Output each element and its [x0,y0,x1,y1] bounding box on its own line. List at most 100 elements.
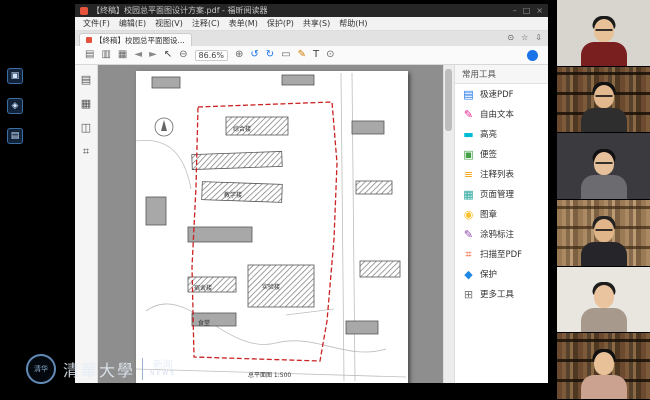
desktop-icon[interactable]: ▤ [7,128,23,144]
toolbar-icon[interactable]: ◄ [134,50,142,60]
tool-icon: ≡ [462,169,475,180]
toolbar-icon[interactable]: ► [149,50,157,60]
nav-panel-icon[interactable]: ▤ [81,73,91,86]
window-control-button[interactable]: × [536,6,543,15]
tool-item[interactable]: ⌗ 扫描至PDF [455,244,548,264]
tool-label: 便签 [480,148,497,160]
svg-text:宿舍楼: 宿舍楼 [194,284,212,292]
participant-video[interactable] [557,133,650,200]
participant-person [574,280,634,332]
toolbar-icon[interactable]: ▭ [281,50,290,60]
participant-video[interactable] [557,67,650,134]
pdf-file-icon [86,37,92,43]
menu-item[interactable]: 注释(C) [192,18,220,29]
tool-item[interactable]: ▤极速PDF [455,84,548,104]
account-icon[interactable] [527,50,538,61]
menu-item[interactable]: 文件(F) [83,18,110,29]
svg-text:教学楼: 教学楼 [224,191,242,199]
tool-item[interactable]: ⊞更多工具 [455,284,548,304]
menu-item[interactable]: 视图(V) [155,18,183,29]
tab-bar-icon[interactable]: ⊙ [507,33,514,42]
participant-person [574,147,634,199]
menu-item[interactable]: 编辑(E) [119,18,146,29]
desktop-icon[interactable]: ◈ [7,98,23,114]
nav-panel-icon[interactable]: ▦ [81,97,91,110]
document-canvas[interactable]: 综合楼教学楼实验楼宿舍楼食堂总平面图 1:500 [98,65,443,383]
participant-video[interactable] [557,200,650,267]
tool-item[interactable]: ▣ 便签 [455,144,548,164]
pdf-window: 【终稿】校园总平面图设计方案.pdf - 福昕阅读器 –□× 文件(F)编辑(E… [75,4,548,383]
toolbar: ▤ ▥ ▦ ◄ ► ↖ ⊖ 86.6% ⊕ ↺ ↻ ▭ ✎ T ⊙ [75,46,548,65]
tool-item[interactable]: ✎ 涂鸦标注 [455,224,548,244]
news-logo: 新闻 NEWS [150,360,176,378]
tab-label: 【终稿】校园总平面图设... [95,35,185,46]
tool-item[interactable]: ◉图章 [455,204,548,224]
tools-panel-header: 常用工具 [455,65,548,84]
participant-video[interactable] [557,333,650,400]
svg-text:综合楼: 综合楼 [233,125,251,133]
navigation-side-strip: ▤ ▦ ◫ ⌗ [75,65,98,383]
svg-text:总平面图 1:500: 总平面图 1:500 [248,371,291,379]
participants-column [557,0,650,400]
person-face [594,352,614,375]
menu-item[interactable]: 保护(P) [267,18,294,29]
tab-bar-icon[interactable]: ☆ [521,33,528,42]
participant-video[interactable] [557,267,650,334]
pdf-page-site-plan: 综合楼教学楼实验楼宿舍楼食堂总平面图 1:500 [136,71,408,383]
toolbar-icon[interactable]: ▦ [118,50,127,60]
toolbar-icon[interactable]: ▥ [101,50,110,60]
tool-item[interactable]: ▬高亮 [455,124,548,144]
toolbar-icon[interactable]: ↺ [250,50,258,60]
person-torso [581,308,627,332]
svg-text:实验楼: 实验楼 [262,283,280,291]
toolbar-icon[interactable]: ⊕ [235,50,243,60]
participant-person [574,347,634,399]
toolbar-icon[interactable]: ↻ [266,50,274,60]
toolbar-icon[interactable]: ⊖ [179,50,187,60]
toolbar-icon[interactable]: ▤ [85,50,94,60]
desktop-icon[interactable]: ▣ [7,68,23,84]
watermark-divider [142,358,143,380]
toolbar-icon[interactable]: ⊙ [326,50,334,60]
participant-video[interactable] [557,0,650,67]
tool-icon: ◆ [462,269,475,280]
news-label-en: NEWS [150,371,176,378]
document-tab[interactable]: 【终稿】校园总平面图设... [79,33,192,46]
scrollbar-thumb[interactable] [445,69,452,131]
zoom-level[interactable]: 86.6% [195,50,228,61]
nav-panel-icon[interactable]: ◫ [81,121,91,134]
tool-icon: ✎ [462,229,475,240]
tool-icon: ▬ [462,129,475,140]
tool-item[interactable]: ✎自由文本 [455,104,548,124]
tool-item[interactable]: ▦页面管理 [455,184,548,204]
menu-item[interactable]: 共享(S) [303,18,330,29]
person-face [594,285,614,308]
window-control-button[interactable]: □ [523,6,531,15]
tool-icon: ▣ [462,149,475,160]
glasses-icon [595,229,612,234]
tool-item[interactable]: ≡注释列表 [455,164,548,184]
tool-label: 保护 [480,268,497,280]
pdf-app-icon [80,7,88,15]
menu-item[interactable]: 表单(M) [229,18,258,29]
toolbar-icon[interactable]: ↖ [164,50,172,60]
tool-label: 涂鸦标注 [480,228,514,240]
participant-person [574,14,634,66]
participant-person [574,80,634,132]
tool-item[interactable]: ◆ 保护 [455,264,548,284]
tool-label: 扫描至PDF [480,248,522,260]
toolbar-icon[interactable]: ✎ [298,50,306,60]
window-control-button[interactable]: – [513,6,517,15]
toolbar-icon[interactable]: T [313,50,319,60]
titlebar: 【终稿】校园总平面图设计方案.pdf - 福昕阅读器 –□× [75,4,548,17]
tool-label: 页面管理 [480,188,514,200]
nav-panel-icon[interactable]: ⌗ [83,145,89,159]
tab-bar-icon[interactable]: ⇩ [535,33,542,42]
participant-person [574,214,634,266]
window-controls[interactable]: –□ × [513,6,543,15]
menu-item[interactable]: 帮助(H) [339,18,367,29]
university-seal-icon: 清华 [26,354,56,384]
tool-icon: ⌗ [462,249,475,260]
vertical-scrollbar[interactable] [443,65,454,383]
glasses-icon [595,29,612,34]
